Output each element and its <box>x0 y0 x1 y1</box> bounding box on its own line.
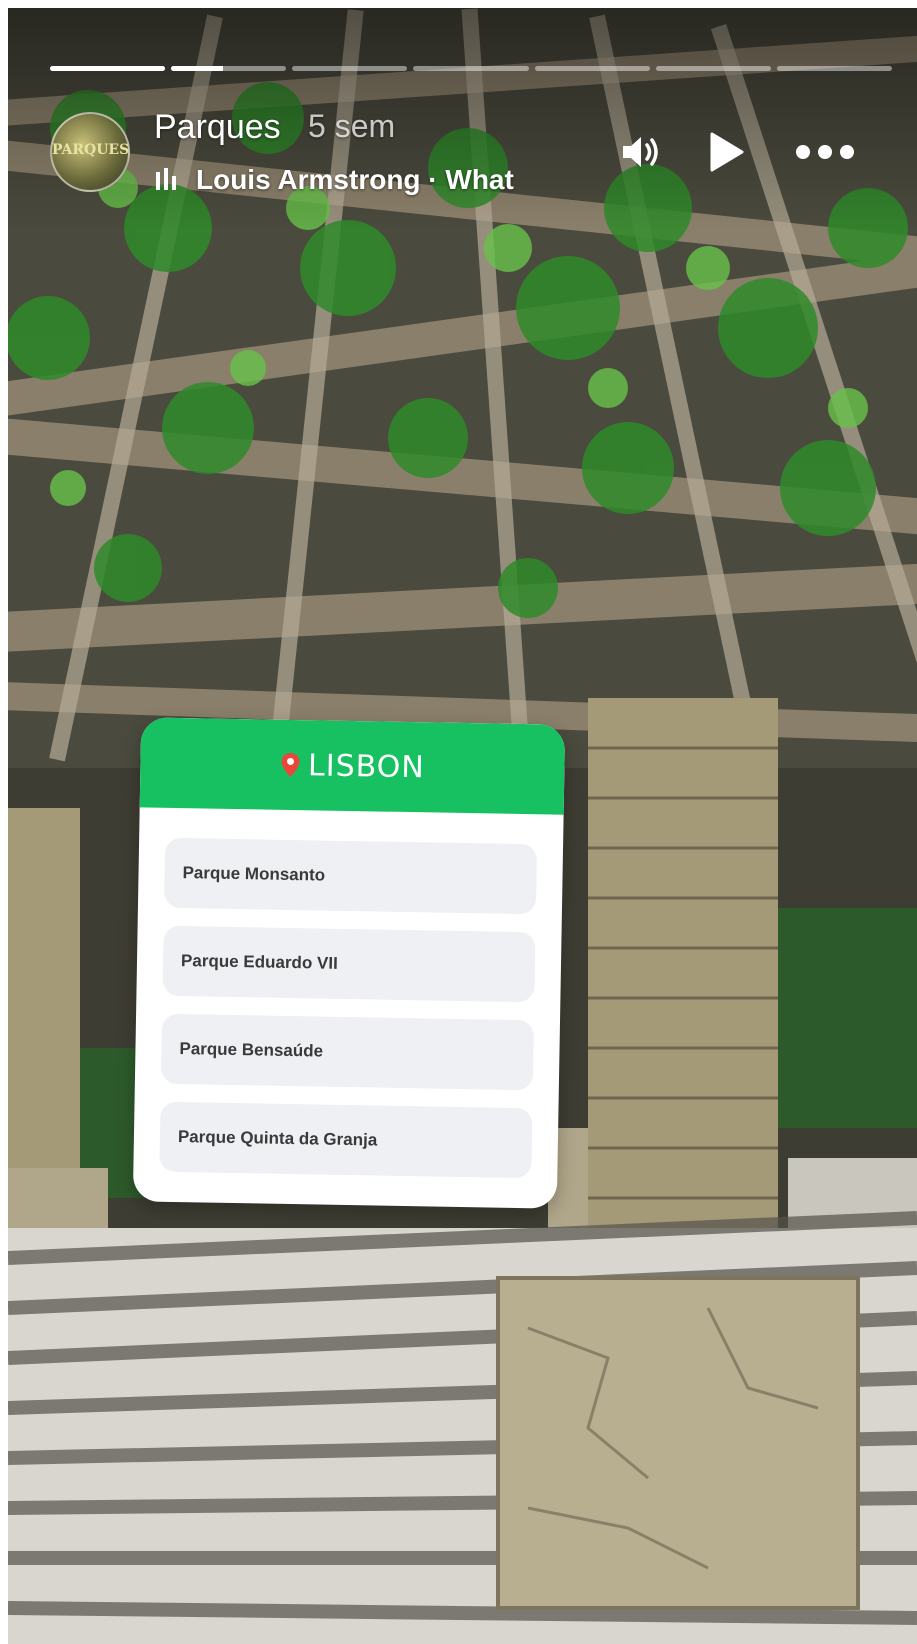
progress-fill <box>50 66 166 71</box>
sticker-header: LISBON <box>139 717 566 815</box>
progress-segment <box>655 66 771 71</box>
progress-segment <box>534 66 650 71</box>
music-track-label: Louis Armstrong · What <box>196 164 514 195</box>
account-name[interactable]: Parques <box>154 108 281 147</box>
play-icon <box>710 132 744 172</box>
location-pin-icon <box>281 752 300 777</box>
story-view[interactable]: PARQUES Parques 5 sem Louis Armstrong · … <box>8 8 917 1644</box>
story-header: PARQUES Parques 5 sem Louis Armstrong · … <box>50 104 892 204</box>
option-parque-quinta-da-granja[interactable]: Parque Quinta da Granja <box>159 1101 533 1179</box>
option-parque-eduardo-vii[interactable]: Parque Eduardo VII <box>162 925 536 1003</box>
option-parque-bensaude[interactable]: Parque Bensaúde <box>160 1013 535 1091</box>
story-progress <box>50 66 892 71</box>
speaker-on-icon <box>623 137 658 167</box>
avatar-logo-text: PARQUES <box>52 142 130 158</box>
progress-segment <box>171 66 287 71</box>
more-options-button[interactable] <box>790 126 860 178</box>
play-button[interactable] <box>700 126 752 178</box>
quiz-sticker: LISBON Parque Monsanto Parque Eduardo VI… <box>132 717 566 1209</box>
progress-segment <box>413 66 529 71</box>
progress-segment <box>50 66 166 71</box>
post-time: 5 sem <box>308 108 396 144</box>
sticker-options: Parque Monsanto Parque Eduardo VII Parqu… <box>133 807 563 1179</box>
option-parque-monsanto[interactable]: Parque Monsanto <box>163 837 538 915</box>
progress-segment <box>776 66 892 71</box>
progress-segment <box>292 66 408 71</box>
music-attribution[interactable]: Louis Armstrong · What <box>154 164 514 196</box>
sound-button[interactable] <box>615 126 667 178</box>
sticker-title: LISBON <box>307 747 426 785</box>
music-bars-icon <box>156 168 176 190</box>
progress-fill <box>171 66 223 71</box>
more-horizontal-icon <box>796 145 854 159</box>
avatar[interactable]: PARQUES <box>50 112 130 192</box>
